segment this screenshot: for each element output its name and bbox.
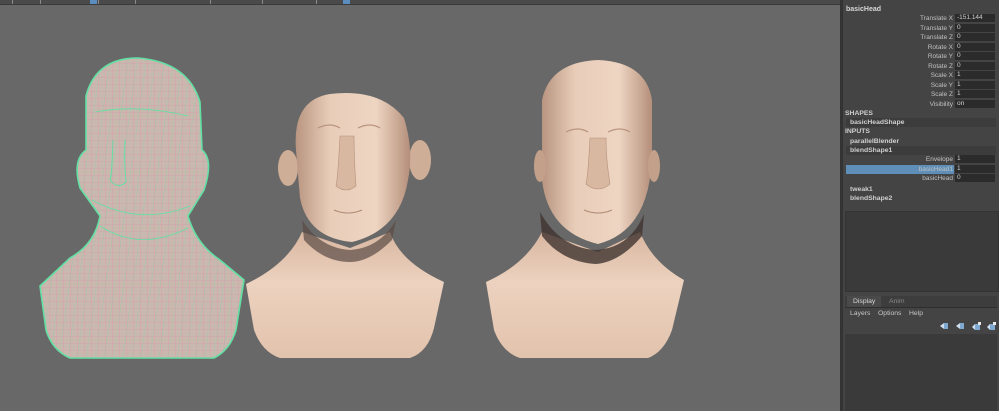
blend-attribute-label: basicHead1 [918,165,953,173]
wireframe-head[interactable] [39,57,245,359]
attribute-value-field[interactable]: -151.144 [955,14,995,22]
attribute-value-field[interactable]: 1 [955,80,995,89]
layer-move-down-icon[interactable] [956,322,965,331]
shape-node-row[interactable]: basicHeadShape [843,118,999,127]
shapes-header: SHAPES [845,110,873,117]
attribute-value-field[interactable]: 1 [955,71,995,79]
new-layer-selected-icon[interactable] [987,322,996,331]
attribute-value-field[interactable]: on [955,99,995,108]
layer-list[interactable] [845,334,997,411]
shape-node-label: basicHeadShape [850,119,905,126]
target-head[interactable] [486,60,684,358]
attribute-label: Rotate Y [927,53,953,60]
attribute-row[interactable]: Rotate Z0 [843,61,999,71]
attribute-value-field[interactable]: 0 [955,23,995,32]
attribute-label: Translate X [920,15,953,22]
input-node-row[interactable]: blendShape1 [843,146,999,155]
blended-head[interactable] [246,93,444,358]
attribute-row[interactable]: Visibility on [843,99,999,109]
blend-attribute-label: basicHead [922,175,953,182]
tab-display[interactable]: Display [847,296,882,307]
attribute-label: Translate Z [920,34,953,41]
blend-attribute-value-field[interactable]: 0 [955,174,995,182]
attribute-row[interactable]: Translate Z0 [843,33,999,42]
attribute-label: Translate Y [920,24,953,32]
attribute-value-field[interactable]: 0 [955,42,995,51]
input-node-row[interactable]: tweak1 [843,185,999,194]
attribute-label: Visibility [929,100,953,108]
input-node-label: parallelBlender [850,138,900,145]
attribute-row[interactable]: Translate X -151.144 [843,14,999,23]
input-node-label: blendShape2 [850,195,893,202]
channel-box-panel: basicHead Translate X -151.144 Translate Y… [843,0,999,411]
attribute-value-field[interactable]: 0 [955,61,995,70]
blend-attribute-row[interactable]: basicHead 0 [843,174,999,183]
blend-attribute-value-field[interactable]: 1 [955,164,995,173]
attribute-row[interactable]: Scale X1 [843,71,999,80]
blend-attribute-label: Envelope [925,156,953,163]
attribute-row[interactable]: Rotate X0 [843,42,999,52]
attribute-value-field[interactable]: 0 [955,52,995,60]
menu-help[interactable]: Help [909,309,923,319]
layer-editor-menu: Layers Options Help [845,309,997,319]
viewport-scene [39,57,684,359]
layer-move-up-icon[interactable] [940,322,949,331]
attribute-row[interactable]: Scale Y1 [843,80,999,90]
blend-attribute-value-field[interactable]: 1 [955,155,995,163]
channel-box-empty-area [845,211,999,292]
blend-attribute-row[interactable]: basicHead1 1 [843,164,999,174]
layer-editor-toolbar [845,322,997,331]
input-node-label: tweak1 [850,186,873,193]
attribute-row[interactable]: Translate Y0 [843,23,999,33]
attribute-value-field[interactable]: 1 [955,90,995,98]
attribute-label: Scale Y [930,81,953,89]
attribute-row[interactable]: Scale Z1 [843,90,999,99]
attribute-label: Rotate X [927,43,953,51]
new-layer-icon[interactable] [972,322,981,331]
attribute-value-field[interactable]: 0 [955,33,995,41]
attribute-row[interactable]: Rotate Y0 [843,52,999,61]
attribute-label: Scale Z [930,91,953,98]
menu-layers[interactable]: Layers [850,309,870,319]
blend-attribute-row[interactable]: Envelope 1 [843,155,999,164]
3d-viewport[interactable] [0,0,840,411]
inputs-header: INPUTS [845,128,870,135]
layer-editor-tabs: Display Anim [845,296,997,308]
input-node-row[interactable]: blendShape2 [843,194,999,203]
object-name[interactable]: basicHead [846,6,881,13]
input-node-label: blendShape1 [850,147,893,154]
attribute-label: Scale X [930,72,953,79]
menu-options[interactable]: Options [878,309,901,319]
attribute-label: Rotate Z [928,62,953,70]
input-node-row[interactable]: parallelBlender [843,137,999,146]
tab-anim[interactable]: Anim [883,296,911,307]
